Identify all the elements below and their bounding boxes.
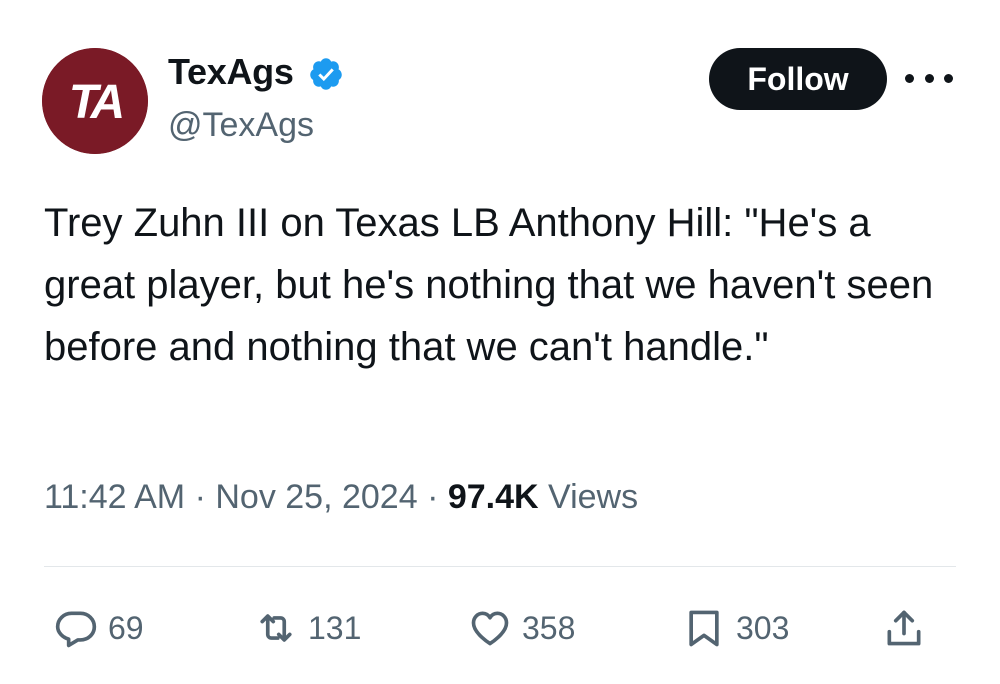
bookmark-icon [689, 610, 719, 647]
follow-button[interactable]: Follow [709, 48, 887, 110]
reply-button[interactable]: 69 [54, 598, 144, 658]
texags-logo: TA [42, 48, 148, 154]
meta-separator: · [185, 478, 216, 516]
divider [44, 566, 956, 567]
tweet-text: Trey Zuhn III on Texas LB Anthony Hill: … [44, 201, 934, 369]
tweet-time[interactable]: 11:42 AM [44, 478, 185, 516]
more-dot [905, 73, 914, 83]
reply-count: 69 [108, 609, 144, 646]
tweet-date[interactable]: Nov 25, 2024 [215, 478, 417, 516]
avatar-initials: TA [69, 76, 123, 129]
more-dot [924, 73, 934, 83]
retweet-icon [260, 614, 292, 642]
share-button[interactable] [882, 598, 926, 658]
reply-icon [55, 611, 97, 648]
avatar[interactable]: TA [42, 48, 148, 154]
like-count: 358 [522, 609, 576, 646]
author-display-name[interactable]: TexAgs [168, 50, 294, 94]
like-icon [471, 611, 509, 646]
retweet-button[interactable]: 131 [254, 598, 361, 658]
tweet-card: TA TexAgs @TexAgs Follow Trey Zuhn III o… [0, 0, 1000, 684]
like-button[interactable]: 358 [468, 598, 575, 658]
views-count: 97.4K [447, 478, 539, 516]
share-icon [887, 610, 921, 646]
more-dot [944, 73, 953, 83]
bookmark-count: 303 [736, 609, 790, 646]
meta-separator: · [417, 478, 448, 516]
bookmark-button[interactable]: 303 [682, 598, 789, 658]
author-handle[interactable]: @TexAgs [168, 104, 314, 146]
more-icon[interactable] [905, 62, 953, 94]
views-label: Views [548, 478, 639, 516]
retweet-count: 131 [308, 609, 362, 646]
tweet-meta: 11:42 AM · Nov 25, 2024 · 97.4K Views [44, 474, 638, 520]
verified-badge-icon [310, 58, 342, 90]
